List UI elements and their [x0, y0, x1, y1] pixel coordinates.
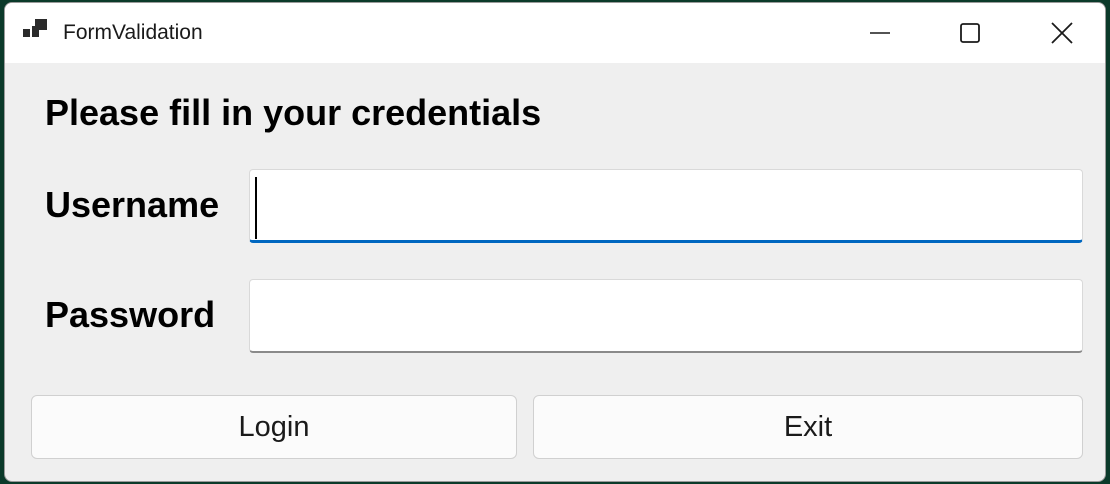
close-button[interactable] [1017, 3, 1105, 63]
username-label: Username [45, 184, 220, 225]
form-heading: Please fill in your credentials [45, 92, 542, 133]
login-button[interactable]: Login [31, 395, 517, 459]
text-caret [255, 177, 257, 239]
form-validation-window: FormValidation Please fill in your crede… [4, 2, 1106, 482]
maximize-icon [959, 22, 981, 44]
exit-button[interactable]: Exit [533, 395, 1083, 459]
minimize-icon [869, 22, 891, 44]
password-input[interactable] [249, 279, 1083, 353]
maximize-button[interactable] [925, 3, 1015, 63]
close-icon [1051, 22, 1073, 44]
password-label: Password [45, 294, 216, 335]
app-icon [23, 19, 49, 43]
username-input[interactable] [249, 169, 1083, 243]
login-button-label: Login [238, 410, 310, 443]
minimize-button[interactable] [835, 3, 925, 63]
window-title: FormValidation [63, 21, 203, 44]
title-bar[interactable]: FormValidation [5, 3, 1105, 63]
exit-button-label: Exit [783, 410, 833, 443]
